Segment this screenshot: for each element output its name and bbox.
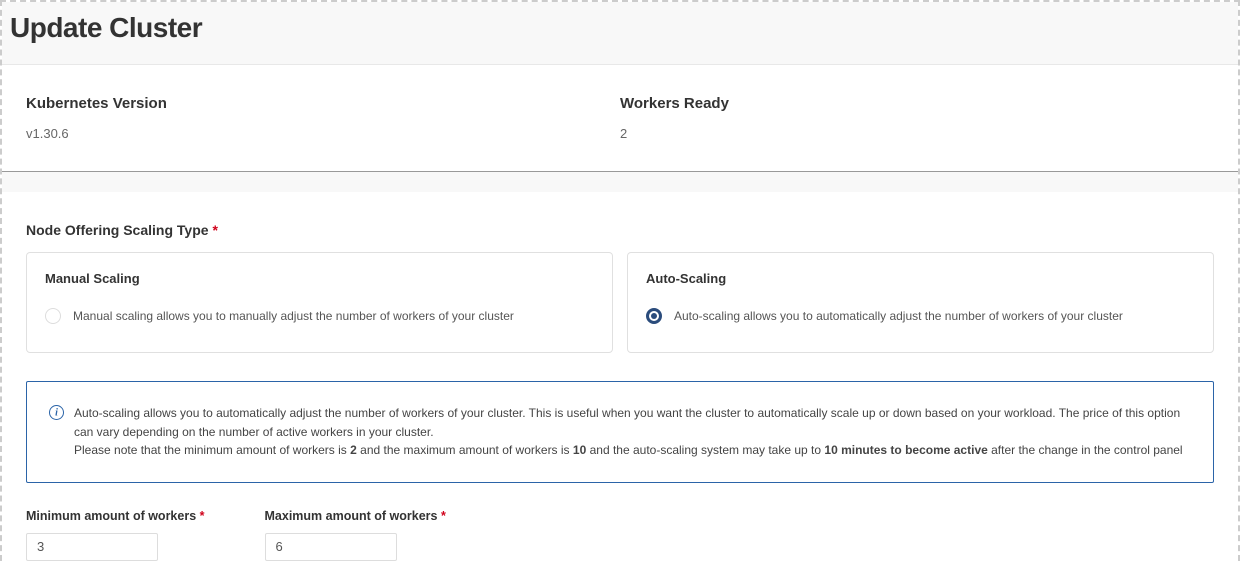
max-workers-field: Maximum amount of workers *: [265, 509, 446, 561]
workers-ready-block: Workers Ready 2: [620, 95, 1214, 141]
page-header: Update Cluster: [2, 2, 1238, 65]
worker-amounts-row: Minimum amount of workers * Maximum amou…: [26, 509, 1214, 561]
required-asterisk: *: [212, 222, 217, 238]
manual-scaling-desc: Manual scaling allows you to manually ad…: [73, 309, 514, 323]
scaling-options: Manual Scaling Manual scaling allows you…: [26, 252, 1214, 353]
auto-scaling-radio[interactable]: [646, 308, 662, 324]
page-title: Update Cluster: [10, 12, 1230, 44]
manual-scaling-card[interactable]: Manual Scaling Manual scaling allows you…: [26, 252, 613, 353]
section-gap: [2, 172, 1238, 192]
scaling-section: Node Offering Scaling Type * Manual Scal…: [2, 192, 1238, 561]
kubernetes-version-label: Kubernetes Version: [26, 95, 620, 112]
auto-scaling-info-text: Auto-scaling allows you to automatically…: [74, 404, 1189, 460]
min-workers-field: Minimum amount of workers *: [26, 509, 205, 561]
max-workers-input[interactable]: [265, 533, 397, 561]
required-asterisk: *: [441, 509, 446, 523]
auto-scaling-desc: Auto-scaling allows you to automatically…: [674, 309, 1123, 323]
auto-scaling-info-box: Auto-scaling allows you to automatically…: [26, 381, 1214, 483]
auto-scaling-title: Auto-Scaling: [646, 271, 1195, 286]
workers-ready-label: Workers Ready: [620, 95, 1214, 112]
min-workers-input[interactable]: [26, 533, 158, 561]
min-workers-label: Minimum amount of workers *: [26, 509, 205, 523]
auto-scaling-card[interactable]: Auto-Scaling Auto-scaling allows you to …: [627, 252, 1214, 353]
manual-scaling-radio[interactable]: [45, 308, 61, 324]
required-asterisk: *: [200, 509, 205, 523]
workers-ready-value: 2: [620, 126, 1214, 141]
max-workers-label: Maximum amount of workers *: [265, 509, 446, 523]
kubernetes-version-value: v1.30.6: [26, 126, 620, 141]
kubernetes-version-block: Kubernetes Version v1.30.6: [26, 95, 620, 141]
update-cluster-page: Update Cluster Kubernetes Version v1.30.…: [0, 0, 1240, 561]
info-icon: [49, 405, 64, 420]
manual-scaling-title: Manual Scaling: [45, 271, 594, 286]
scaling-type-label: Node Offering Scaling Type *: [26, 222, 1214, 238]
cluster-info-section: Kubernetes Version v1.30.6 Workers Ready…: [2, 65, 1238, 172]
